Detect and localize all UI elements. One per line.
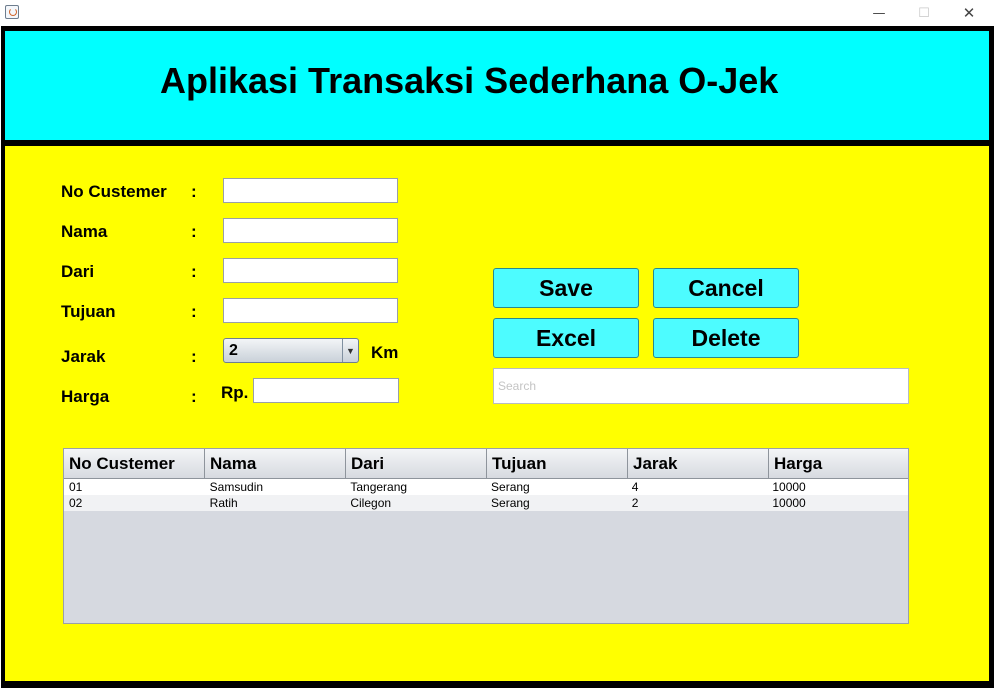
column-header-dari[interactable]: Dari bbox=[346, 449, 487, 479]
table-cell: Ratih bbox=[209, 496, 238, 510]
table-cell: Samsudin bbox=[209, 480, 264, 494]
colon-separator: : bbox=[191, 222, 197, 241]
search-input[interactable] bbox=[493, 368, 909, 404]
table-cell: 4 bbox=[631, 480, 639, 494]
table-cell: 10000 bbox=[772, 480, 806, 494]
colon-separator: : bbox=[191, 302, 197, 321]
dari-label: Dari bbox=[61, 262, 95, 281]
nama-input[interactable] bbox=[223, 218, 398, 243]
table-cell: Serang bbox=[491, 496, 530, 510]
harga-prefix-label: Rp. bbox=[221, 383, 249, 402]
table-cell: Tangerang bbox=[350, 480, 408, 494]
app-title: Aplikasi Transaksi Sederhana O-Jek bbox=[160, 60, 779, 101]
dropdown-arrow-icon[interactable]: ▼ bbox=[342, 339, 358, 362]
table-row[interactable]: 01 Samsudin Tangerang Serang 4 10000 bbox=[64, 479, 908, 495]
table-header: No Custemer Nama Dari Tujuan Jarak Harga bbox=[64, 449, 908, 479]
column-header-harga[interactable]: Harga bbox=[769, 449, 908, 479]
colon-separator: : bbox=[191, 182, 197, 201]
dari-input[interactable] bbox=[223, 258, 398, 283]
minimize-button[interactable]: — bbox=[857, 0, 901, 26]
transactions-table[interactable]: No Custemer Nama Dari Tujuan Jarak Harga… bbox=[63, 448, 909, 624]
column-header-tujuan[interactable]: Tujuan bbox=[487, 449, 628, 479]
table-cell: Serang bbox=[491, 480, 530, 494]
table-cell: 01 bbox=[69, 480, 83, 494]
table-cell: 02 bbox=[69, 496, 83, 510]
save-button[interactable]: Save bbox=[493, 268, 639, 308]
no-customer-input[interactable] bbox=[223, 178, 398, 203]
jarak-label: Jarak bbox=[61, 347, 106, 366]
jarak-unit-label: Km bbox=[371, 343, 399, 362]
table-cell: 2 bbox=[631, 496, 639, 510]
java-app-icon bbox=[5, 5, 19, 19]
excel-button[interactable]: Excel bbox=[493, 318, 639, 358]
column-header-jarak[interactable]: Jarak bbox=[628, 449, 769, 479]
tujuan-label: Tujuan bbox=[61, 302, 116, 321]
window-titlebar: — ☐ ✕ bbox=[0, 0, 995, 26]
harga-label: Harga bbox=[61, 387, 110, 406]
cancel-button[interactable]: Cancel bbox=[653, 268, 799, 308]
no-customer-label: No Custemer bbox=[61, 182, 167, 201]
table-cell: Cilegon bbox=[350, 496, 392, 510]
jarak-select[interactable]: 2 ▼ bbox=[223, 338, 359, 363]
colon-separator: : bbox=[191, 262, 197, 281]
column-header-nama[interactable]: Nama bbox=[205, 449, 346, 479]
column-header-no-customer[interactable]: No Custemer bbox=[64, 449, 205, 479]
harga-input[interactable] bbox=[253, 378, 399, 403]
close-button[interactable]: ✕ bbox=[947, 0, 991, 26]
table-cell: 10000 bbox=[772, 496, 806, 510]
nama-label: Nama bbox=[61, 222, 108, 241]
delete-button[interactable]: Delete bbox=[653, 318, 799, 358]
table-row[interactable]: 02 Ratih Cilegon Serang 2 10000 bbox=[64, 495, 908, 511]
maximize-button[interactable]: ☐ bbox=[902, 0, 946, 26]
colon-separator: : bbox=[191, 387, 197, 406]
jarak-selected-value: 2 bbox=[229, 342, 238, 359]
colon-separator: : bbox=[191, 347, 197, 366]
tujuan-input[interactable] bbox=[223, 298, 398, 323]
